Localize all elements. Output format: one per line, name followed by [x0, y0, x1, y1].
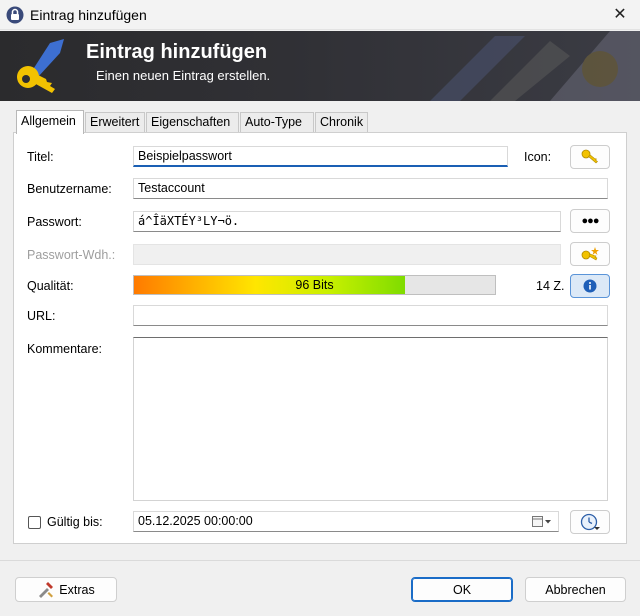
icon-picker-button[interactable]	[570, 145, 610, 169]
tab-chronik[interactable]: Chronik	[315, 112, 368, 133]
dots-icon: ●●●	[581, 215, 600, 227]
username-label: Benutzername:	[27, 182, 112, 196]
url-field[interactable]	[133, 305, 608, 326]
expiry-datetime-field[interactable]: 05.12.2025 00:00:00	[133, 511, 559, 532]
header-banner: Eintrag hinzufügen Einen neuen Eintrag e…	[0, 31, 640, 101]
key-pen-icon	[17, 39, 64, 93]
notes-label: Kommentare:	[27, 342, 103, 356]
window-title: Eintrag hinzufügen	[30, 7, 147, 23]
extras-button[interactable]: Extras	[15, 577, 117, 602]
password-label: Passwort:	[27, 215, 82, 229]
ok-button[interactable]: OK	[411, 577, 513, 602]
keepass-lock-icon	[6, 6, 24, 24]
expires-checkbox[interactable]	[28, 516, 41, 529]
char-count: 14 Z.	[536, 279, 565, 293]
password-generator-button[interactable]	[570, 242, 610, 266]
close-button[interactable]: ✕	[600, 0, 640, 30]
bottom-separator	[0, 560, 640, 561]
banner-decoration-icon	[430, 31, 640, 101]
banner-subtitle: Einen neuen Eintrag erstellen.	[96, 68, 271, 83]
info-icon	[583, 279, 597, 293]
banner-title: Eintrag hinzufügen	[86, 41, 268, 63]
key-icon	[581, 149, 598, 164]
icon-label: Icon:	[524, 150, 552, 164]
close-icon: ✕	[613, 6, 627, 23]
url-label: URL:	[27, 309, 56, 323]
tools-icon	[39, 581, 54, 598]
repeat-password-label: Passwort-Wdh.:	[27, 248, 116, 262]
quality-label: Qualität:	[27, 279, 74, 293]
quality-bits-text: 96 Bits	[295, 278, 334, 292]
calendar-dropdown-icon[interactable]	[532, 516, 552, 528]
expires-label: Gültig bis:	[47, 515, 103, 529]
title-label: Titel:	[27, 150, 54, 164]
tab-allgemein[interactable]: Allgemein	[16, 110, 84, 134]
notes-textarea[interactable]	[133, 337, 608, 501]
extras-button-label: Extras	[59, 582, 95, 597]
username-field[interactable]: Testaccount	[133, 178, 608, 199]
dialog-window: Eintrag hinzufügen ✕ Eintrag hinzufügen …	[0, 0, 640, 616]
repeat-password-field[interactable]	[133, 244, 561, 265]
expiry-presets-button[interactable]	[570, 510, 610, 534]
tab-erweitert[interactable]: Erweitert	[85, 112, 145, 133]
quality-bar: 96 Bits	[133, 275, 496, 295]
quality-info-button[interactable]	[570, 274, 610, 298]
password-field[interactable]: á^ÎäXTÉY³LY¬ö.	[133, 211, 561, 232]
title-bar: Eintrag hinzufügen ✕	[0, 0, 640, 30]
tab-auto-type[interactable]: Auto-Type	[240, 112, 314, 133]
tab-eigenschaften[interactable]: Eigenschaften	[146, 112, 239, 133]
show-password-button[interactable]: ●●●	[570, 209, 610, 233]
key-generator-icon	[581, 247, 599, 261]
cancel-button[interactable]: Abbrechen	[525, 577, 626, 602]
clock-icon	[580, 513, 600, 531]
expiry-datetime-value: 05.12.2025 00:00:00	[138, 514, 253, 528]
title-field[interactable]: Beispielpasswort	[133, 146, 508, 167]
